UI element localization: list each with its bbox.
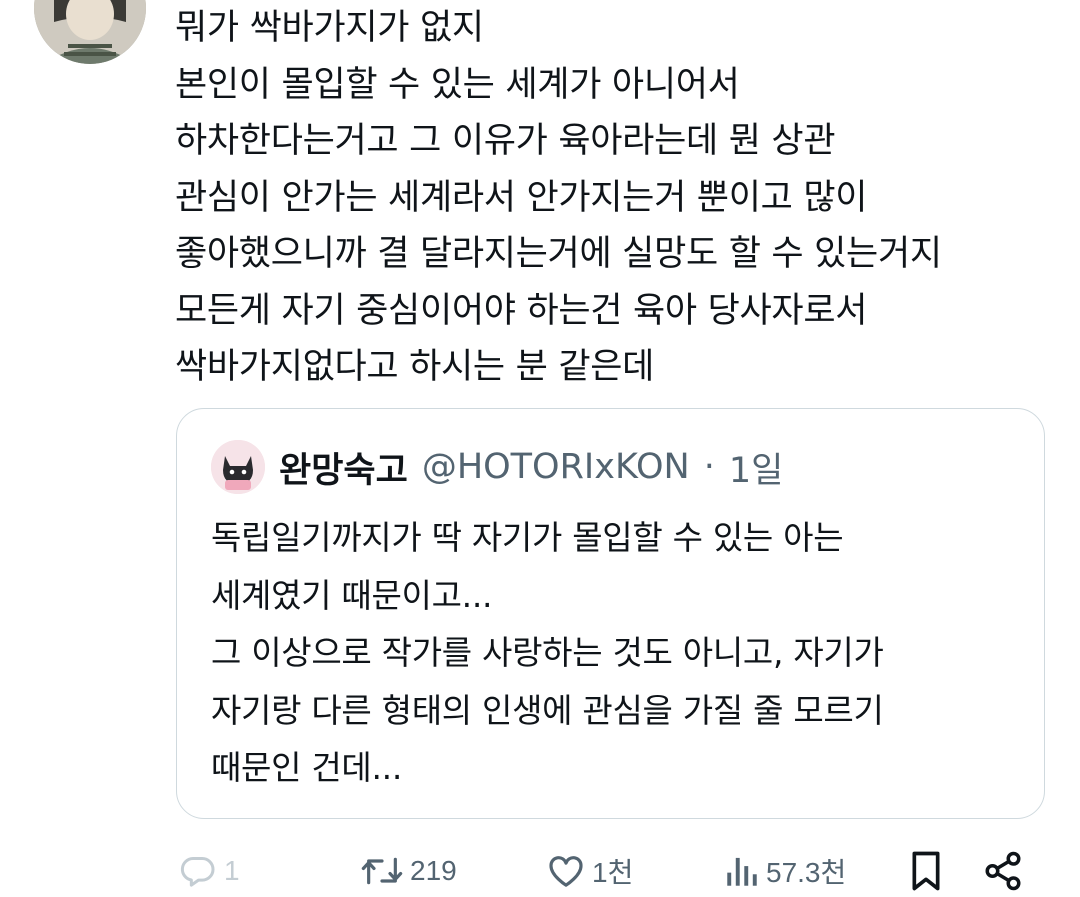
reply-button[interactable]: 1 <box>178 845 240 897</box>
retweet-button[interactable]: 219 <box>360 845 457 897</box>
retweet-count: 219 <box>410 855 457 886</box>
like-count: 1천 <box>592 857 634 888</box>
share-button[interactable] <box>982 845 1024 897</box>
reply-icon <box>180 857 215 887</box>
views-icon <box>727 857 757 886</box>
quoted-tweet-header: 완망숙고 @HOTORIxKON · 1일 <box>211 439 783 495</box>
heart-icon <box>549 856 583 887</box>
bookmark-icon <box>912 851 940 891</box>
quoted-author-avatar[interactable] <box>211 440 265 494</box>
retweet-icon <box>361 857 403 885</box>
like-button[interactable]: 1천 <box>546 845 633 897</box>
reply-count: 1 <box>224 855 240 886</box>
quoted-tweet-text: 독립일기까지가 딱 자기가 몰입할 수 있는 아는 세계였기 때문이고... 그… <box>211 518 884 787</box>
tweet-text: 뭐가 싹바가지가 없지 본인이 몰입할 수 있는 세계가 아니어서 하차한다는거… <box>175 8 942 387</box>
cat-avatar-icon <box>211 440 265 494</box>
author-avatar[interactable] <box>34 0 146 64</box>
avatar-image <box>34 0 146 64</box>
quoted-tweet-card[interactable]: 완망숙고 @HOTORIxKON · 1일 독립일기까지가 딱 자기가 몰입할 … <box>176 408 1045 819</box>
bookmark-button[interactable] <box>906 845 946 897</box>
views-button[interactable]: 57.3천 <box>724 845 846 897</box>
quoted-timestamp[interactable]: 1일 <box>729 442 783 493</box>
share-icon <box>985 851 1021 891</box>
separator-dot: · <box>703 447 715 487</box>
quoted-display-name[interactable]: 완망숙고 <box>279 442 408 493</box>
view-count: 57.3천 <box>766 857 847 888</box>
quoted-handle[interactable]: @HOTORIxKON <box>422 447 690 487</box>
